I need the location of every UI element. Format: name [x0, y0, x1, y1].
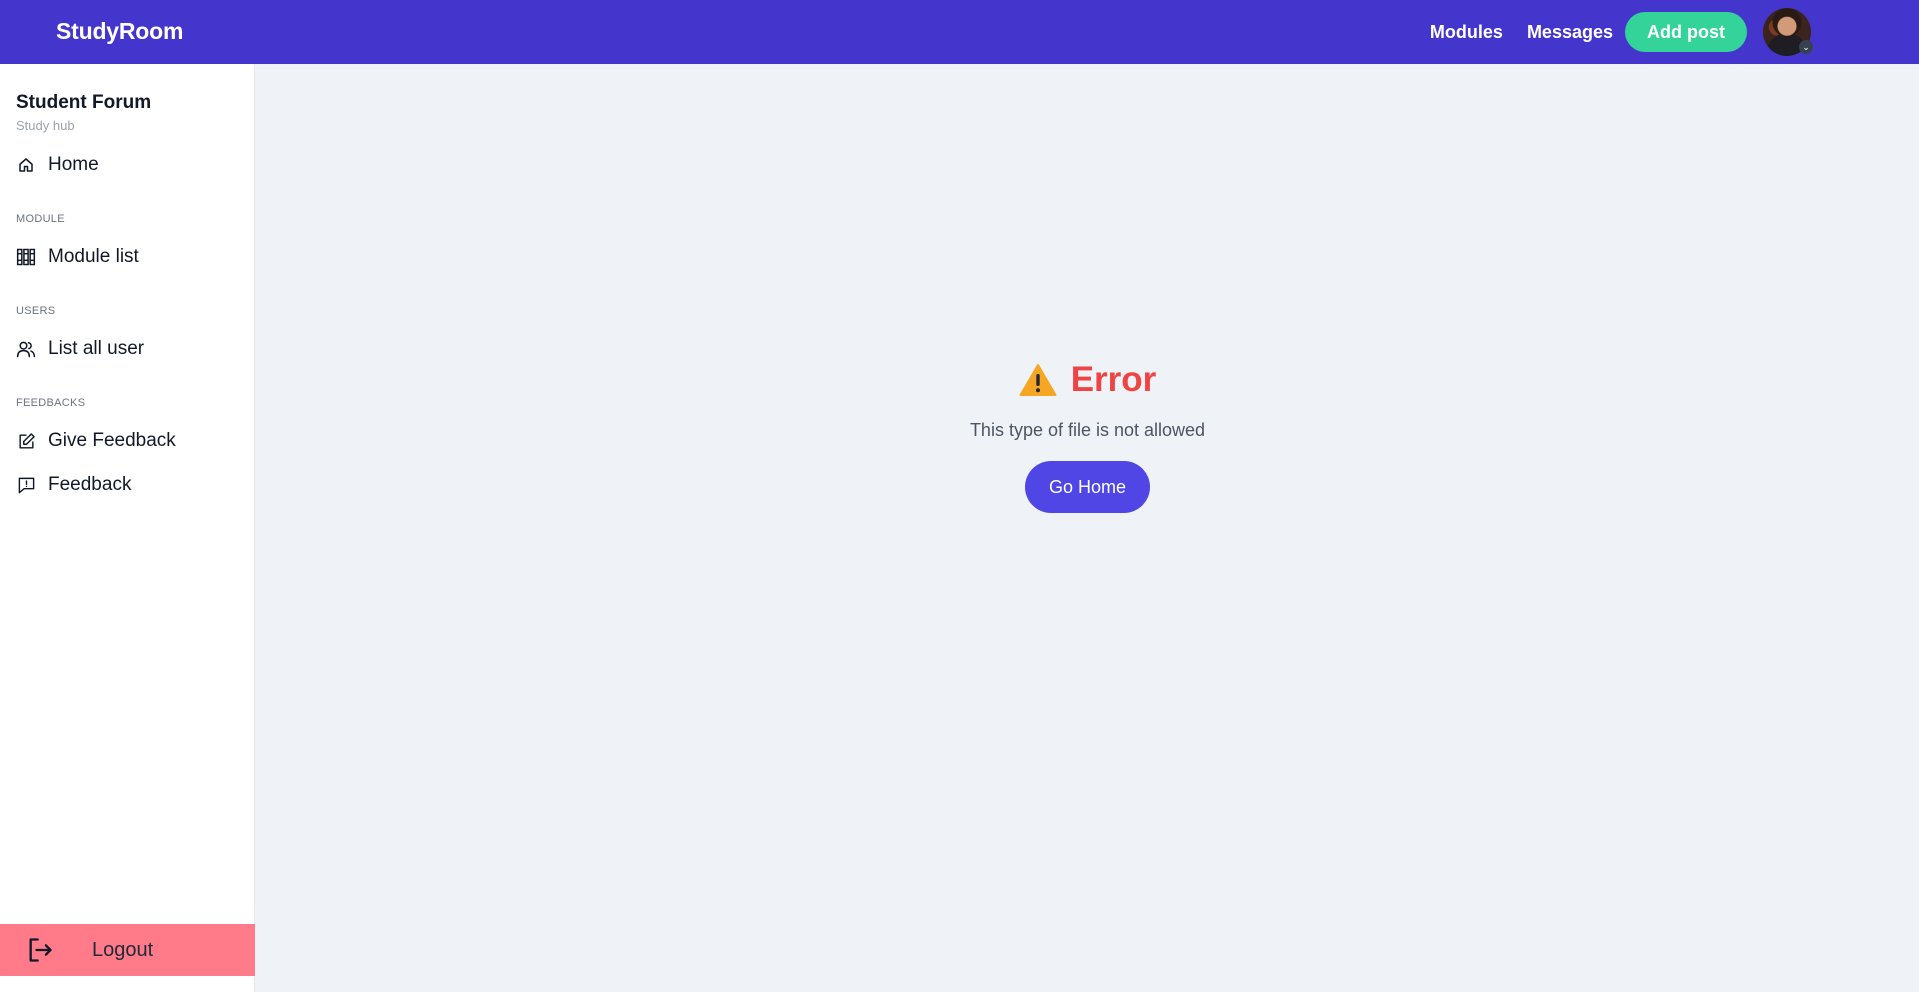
brand-logo[interactable]: StudyRoom	[56, 18, 183, 45]
top-navbar: StudyRoom Modules Messages Add post ⌄	[0, 0, 1919, 64]
library-icon	[16, 247, 36, 267]
error-panel: Error This type of file is not allowed G…	[256, 360, 1919, 513]
add-post-button[interactable]: Add post	[1625, 12, 1747, 52]
sidebar-item-label: Feedback	[48, 474, 132, 495]
logout-button[interactable]: Logout	[0, 924, 255, 976]
nav-modules-link[interactable]: Modules	[1430, 22, 1503, 43]
feedback-icon	[16, 475, 36, 495]
sidebar-item-label: Give Feedback	[48, 430, 176, 451]
sidebar-item-give-feedback[interactable]: Give Feedback	[16, 430, 176, 452]
logout-label: Logout	[92, 938, 154, 961]
nav-messages-link[interactable]: Messages	[1527, 22, 1613, 43]
sidebar-item-feedback[interactable]: Feedback	[16, 474, 131, 496]
sidebar-item-label: List all user	[48, 338, 145, 359]
section-label-users: USERS	[16, 305, 56, 317]
home-icon	[16, 155, 36, 175]
error-header: Error	[1019, 360, 1157, 400]
edit-icon	[16, 431, 36, 451]
warning-icon	[1019, 364, 1057, 396]
logout-icon	[26, 936, 54, 964]
go-home-button[interactable]: Go Home	[1024, 461, 1151, 513]
users-icon	[16, 339, 36, 359]
error-title: Error	[1070, 360, 1157, 399]
sidebar-item-module-list[interactable]: Module list	[16, 246, 139, 268]
navbar-actions: Modules Messages Add post ⌄	[1430, 8, 1813, 56]
error-message: This type of file is not allowed	[969, 420, 1206, 440]
sidebar-item-label: Module list	[48, 246, 139, 267]
chevron-down-icon: ⌄	[1799, 40, 1813, 54]
sidebar-subtitle: Study hub	[16, 118, 75, 133]
sidebar-item-list-all-user[interactable]: List all user	[16, 338, 144, 360]
section-label-module: MODULE	[16, 213, 65, 225]
section-label-feedbacks: FEEDBACKS	[16, 397, 86, 409]
sidebar-item-label: Home	[48, 154, 99, 175]
sidebar-title: Student Forum	[16, 92, 152, 113]
sidebar: Student Forum Study hub Home MODULE Modu…	[0, 64, 255, 992]
sidebar-item-home[interactable]: Home	[16, 154, 99, 176]
avatar[interactable]: ⌄	[1763, 8, 1813, 56]
main-content: Error This type of file is not allowed G…	[256, 64, 1919, 992]
